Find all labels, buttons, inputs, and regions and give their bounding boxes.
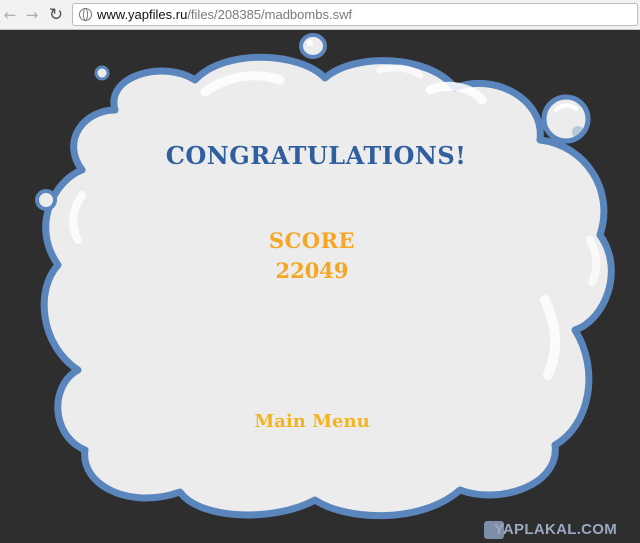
arrow-left-icon: ← bbox=[3, 6, 17, 24]
score-value: 22049 bbox=[275, 258, 349, 283]
congratulations-title: CONGRATULATIONS! bbox=[165, 141, 467, 170]
bubble-left bbox=[35, 189, 57, 211]
bubble-top bbox=[299, 33, 327, 59]
globe-icon bbox=[79, 8, 92, 21]
watermark-text: YAPLAKAL.COM bbox=[494, 521, 618, 538]
back-button[interactable]: ← bbox=[0, 4, 20, 26]
forward-button[interactable]: → bbox=[22, 4, 42, 26]
url-host: www.yapfiles.ru bbox=[97, 7, 188, 22]
cloud-shape bbox=[40, 53, 615, 520]
game-screen: CONGRATULATIONS! SCORE 22049 Main Menu Y… bbox=[0, 30, 640, 539]
arrow-right-icon: → bbox=[25, 6, 39, 24]
bubble-right bbox=[541, 94, 591, 144]
watermark: YAPLAKAL.COM bbox=[484, 519, 622, 543]
browser-toolbar: ← → ↻ www.yapfiles.ru/files/208385/madbo… bbox=[0, 0, 640, 30]
bubble-small-left bbox=[94, 65, 110, 81]
score-label: SCORE bbox=[268, 228, 356, 253]
url-path: /files/208385/madbombs.swf bbox=[187, 7, 353, 22]
reload-icon: ↻ bbox=[48, 5, 64, 25]
url-text[interactable]: www.yapfiles.ru/files/208385/madbombs.sw… bbox=[97, 7, 352, 22]
reload-button[interactable]: ↻ bbox=[46, 4, 66, 26]
main-menu-button[interactable]: Main Menu bbox=[232, 411, 392, 432]
address-bar[interactable]: www.yapfiles.ru/files/208385/madbombs.sw… bbox=[72, 3, 638, 26]
